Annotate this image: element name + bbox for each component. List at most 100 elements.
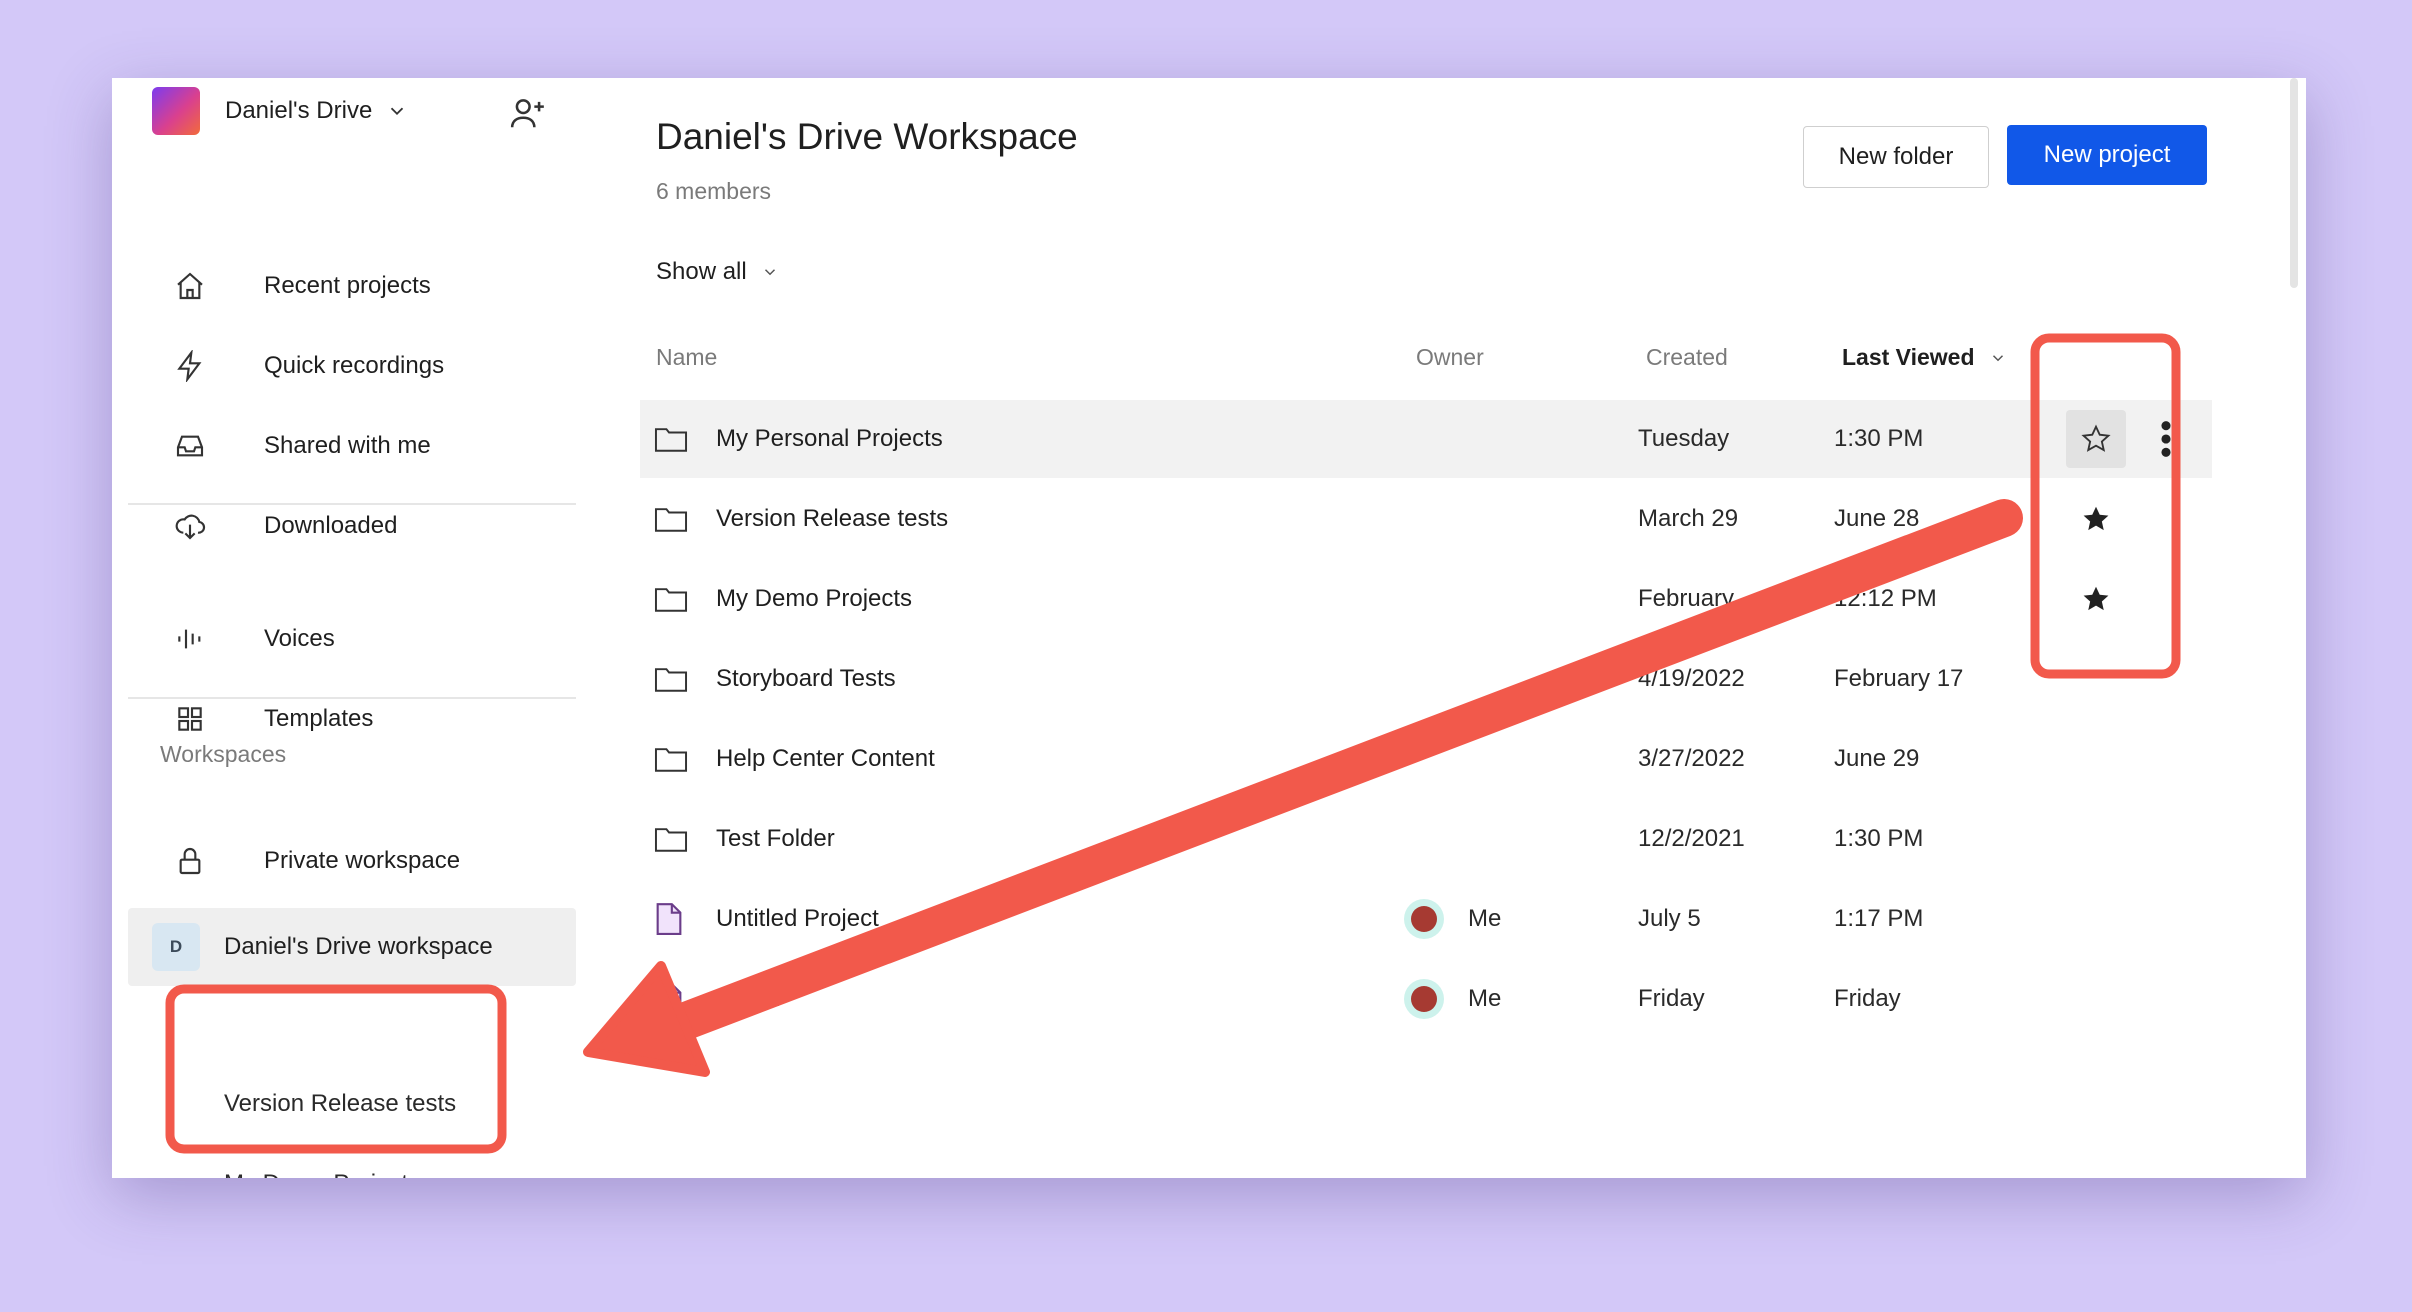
column-header-last-viewed[interactable]: Last Viewed — [1842, 344, 2007, 371]
filter-label: Show all — [656, 258, 747, 285]
row-name: Version Release tests — [716, 505, 949, 532]
sidebar: Daniel's Drive Recent projects Quick rec… — [112, 78, 592, 1178]
table-row[interactable]: Help Center Content 3/27/2022 June 29 — [640, 720, 2212, 798]
scrollbar[interactable] — [2290, 78, 2298, 288]
workspace-avatar: D — [152, 923, 200, 971]
table-row[interactable]: My Demo Projects February 12:12 PM — [640, 560, 2212, 638]
row-created: March 29 — [1638, 505, 1739, 532]
row-last-viewed: 1:30 PM — [1834, 425, 1924, 452]
nav-templates[interactable]: Templates — [152, 694, 572, 744]
table-row[interactable]: Storyboard Tests 4/19/2022 February 17 — [640, 640, 2212, 718]
nav-label: Quick recordings — [264, 352, 445, 379]
star-filled-icon — [2083, 586, 2109, 611]
nav-downloaded[interactable]: Downloaded — [152, 501, 572, 551]
owner-name: Me — [1468, 985, 1502, 1012]
nav-private-workspace[interactable]: Private workspace — [152, 836, 572, 886]
show-all-filter[interactable]: Show all — [656, 258, 779, 286]
nav-shared-with-me[interactable]: Shared with me — [152, 421, 572, 471]
column-header-name[interactable]: Name — [656, 344, 717, 371]
row-name: My Demo Projects — [716, 585, 913, 612]
owner-name: Me — [1468, 905, 1502, 932]
nav-label: Recent projects — [264, 272, 431, 299]
folder-icon — [654, 828, 688, 852]
starred-item-version-release-tests[interactable]: Version Release tests — [224, 1090, 456, 1118]
star-button[interactable] — [2066, 560, 2126, 638]
star-button[interactable] — [2066, 480, 2126, 558]
folder-icon — [654, 588, 688, 612]
avatar — [1404, 979, 1444, 1019]
folder-icon — [654, 428, 688, 452]
table-row[interactable]: Test 2 Me Friday Friday — [640, 960, 2212, 1038]
nav-active-workspace[interactable]: D Daniel's Drive workspace — [128, 908, 576, 986]
row-last-viewed: Friday — [1834, 985, 1901, 1012]
file-icon — [656, 983, 682, 1015]
workspace-logo — [152, 87, 200, 135]
chevron-down-icon — [764, 269, 775, 276]
sidebar-divider — [128, 697, 576, 699]
nav-quick-recordings[interactable]: Quick recordings — [152, 341, 572, 391]
starred-item-my-demo-projects[interactable]: My Demo Projects — [224, 1170, 420, 1178]
row-name: Test 2 — [716, 985, 781, 1012]
inbox-icon — [176, 435, 204, 457]
folder-icon — [654, 748, 688, 772]
chevron-down-icon — [1992, 354, 2003, 361]
home-icon — [177, 272, 203, 300]
row-created: Tuesday — [1638, 425, 1730, 452]
row-last-viewed: 1:30 PM — [1834, 825, 1924, 852]
row-name: Test Folder — [716, 825, 835, 852]
row-last-viewed: June 29 — [1834, 745, 1920, 772]
row-name: Storyboard Tests — [716, 665, 896, 692]
row-last-viewed: 12:12 PM — [1834, 585, 1937, 612]
column-header-owner[interactable]: Owner — [1416, 344, 1484, 371]
star-button[interactable] — [2066, 410, 2126, 468]
nav-label: Templates — [264, 705, 374, 732]
row-name: Untitled Project — [716, 905, 879, 932]
row-name: Help Center Content — [716, 745, 935, 772]
column-header-created[interactable]: Created — [1646, 344, 1728, 371]
workspaces-section-label: Workspaces — [160, 741, 287, 767]
more-options-icon[interactable] — [2160, 420, 2172, 458]
row-created: 4/19/2022 — [1638, 665, 1745, 692]
file-icon — [656, 903, 682, 935]
row-created: 12/2/2021 — [1638, 825, 1745, 852]
nav-voices[interactable]: Voices — [152, 614, 572, 664]
new-project-button[interactable]: New project — [2007, 125, 2207, 185]
row-last-viewed: June 28 — [1834, 505, 1920, 532]
folder-icon — [654, 668, 688, 692]
row-last-viewed: 1:17 PM — [1834, 905, 1924, 932]
table-row[interactable]: Version Release tests March 29 June 28 — [640, 480, 2212, 558]
nav-label: Shared with me — [264, 432, 431, 459]
star-outline-icon — [2081, 424, 2111, 452]
nav-label: Private workspace — [264, 847, 461, 874]
row-created: February — [1638, 585, 1735, 612]
sidebar-divider — [128, 503, 576, 505]
column-header-label: Last Viewed — [1842, 344, 1975, 370]
nav-recent-projects[interactable]: Recent projects — [152, 261, 572, 311]
cloud-download-icon — [175, 514, 206, 540]
lock-icon — [179, 848, 201, 875]
nav-label: Daniel's Drive workspace — [224, 933, 493, 960]
table-row[interactable]: Test Folder 12/2/2021 1:30 PM — [640, 800, 2212, 878]
lightning-icon — [177, 350, 202, 382]
waveform-icon — [178, 629, 201, 649]
new-folder-button[interactable]: New folder — [1803, 126, 1989, 188]
table-row[interactable]: My Personal Projects Tuesday 1:30 PM — [640, 400, 2212, 478]
workspace-name: Daniel's Drive — [225, 97, 373, 124]
star-filled-icon — [2083, 506, 2109, 531]
avatar — [1404, 899, 1444, 939]
row-created: July 5 — [1638, 905, 1701, 932]
grid-icon — [178, 707, 202, 731]
app-window: Daniel's Drive Recent projects Quick rec… — [112, 78, 2306, 1178]
row-owner: Me — [1404, 880, 1501, 958]
page-title: Daniel's Drive Workspace — [656, 116, 1078, 157]
chevron-down-icon — [391, 107, 404, 116]
row-created: Friday — [1638, 985, 1705, 1012]
member-count[interactable]: 6 members — [656, 178, 771, 205]
row-last-viewed: February 17 — [1834, 665, 1964, 692]
nav-label: Downloaded — [264, 512, 398, 539]
folder-icon — [654, 508, 688, 532]
table-row[interactable]: Untitled Project Me July 5 1:17 PM — [640, 880, 2212, 958]
nav-label: Voices — [264, 625, 335, 652]
add-user-icon[interactable] — [509, 94, 547, 132]
row-created: 3/27/2022 — [1638, 745, 1745, 772]
